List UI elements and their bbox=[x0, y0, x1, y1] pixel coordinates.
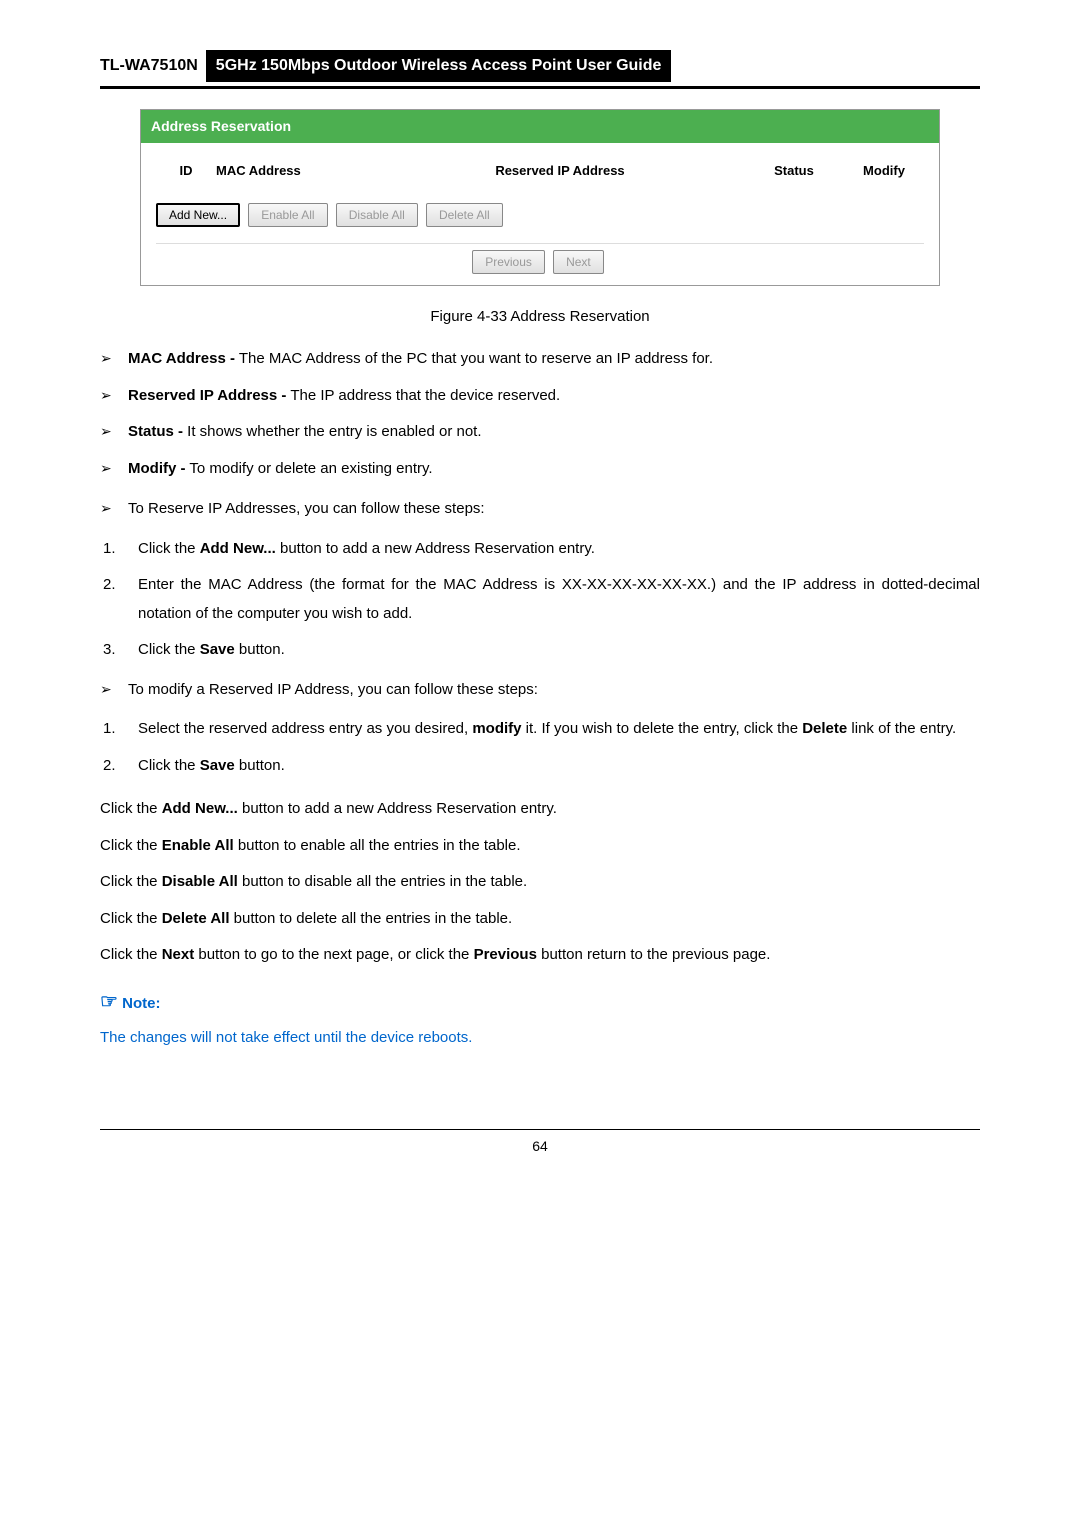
header-divider bbox=[100, 86, 980, 89]
col-id: ID bbox=[156, 161, 216, 181]
step-item: 2. Click the Save button. bbox=[100, 752, 980, 781]
col-mac: MAC Address bbox=[216, 161, 376, 181]
col-modify: Modify bbox=[844, 161, 924, 181]
reserve-intro-row: ➢ To Reserve IP Addresses, you can follo… bbox=[100, 498, 980, 521]
screenshot-body: ID MAC Address Reserved IP Address Statu… bbox=[141, 143, 939, 285]
definition: The IP address that the device reserved. bbox=[286, 387, 560, 404]
bullet-item: ➢ Status - It shows whether the entry is… bbox=[100, 421, 980, 444]
note-block: ☞ Note: The changes will not take effect… bbox=[100, 987, 980, 1050]
add-new-button[interactable]: Add New... bbox=[156, 203, 240, 227]
bullet-text: Reserved IP Address - The IP address tha… bbox=[128, 385, 980, 408]
term: Modify - bbox=[128, 460, 186, 477]
enable-all-button[interactable]: Enable All bbox=[248, 203, 327, 227]
step-text: Click the Add New... button to add a new… bbox=[138, 535, 980, 564]
delete-all-button[interactable]: Delete All bbox=[426, 203, 503, 227]
step-item: 1. Click the Add New... button to add a … bbox=[100, 535, 980, 564]
col-status: Status bbox=[744, 161, 844, 181]
document-header: TL-WA7510N 5GHz 150Mbps Outdoor Wireless… bbox=[100, 50, 980, 82]
hand-icon: ☞ bbox=[100, 991, 118, 1013]
step-number: 2. bbox=[100, 571, 138, 628]
step-text: Click the Save button. bbox=[138, 636, 980, 665]
bullet-text: Status - It shows whether the entry is e… bbox=[128, 421, 980, 444]
step-item: 1. Select the reserved address entry as … bbox=[100, 715, 980, 744]
address-reservation-screenshot: Address Reservation ID MAC Address Reser… bbox=[140, 109, 940, 286]
previous-button[interactable]: Previous bbox=[472, 250, 545, 274]
bullet-marker: ➢ bbox=[100, 679, 128, 702]
table-action-buttons: Add New... Enable All Disable All Delete… bbox=[156, 197, 924, 243]
term: MAC Address - bbox=[128, 350, 235, 367]
definitions-list: ➢ MAC Address - The MAC Address of the P… bbox=[100, 348, 980, 480]
bullet-item: ➢ Modify - To modify or delete an existi… bbox=[100, 458, 980, 481]
next-button[interactable]: Next bbox=[553, 250, 604, 274]
modify-intro: To modify a Reserved IP Address, you can… bbox=[128, 679, 980, 702]
note-text: The changes will not take effect until t… bbox=[100, 1027, 980, 1050]
model-badge: TL-WA7510N bbox=[100, 50, 198, 82]
pager-row: Previous Next bbox=[156, 243, 924, 280]
bullet-marker: ➢ bbox=[100, 348, 128, 371]
figure-caption: Figure 4-33 Address Reservation bbox=[100, 306, 980, 329]
definition: The MAC Address of the PC that you want … bbox=[235, 350, 713, 367]
action-para: Click the Add New... button to add a new… bbox=[100, 798, 980, 821]
bullet-item: ➢ MAC Address - The MAC Address of the P… bbox=[100, 348, 980, 371]
bullet-marker: ➢ bbox=[100, 498, 128, 521]
bullet-marker: ➢ bbox=[100, 385, 128, 408]
definition: To modify or delete an existing entry. bbox=[186, 460, 433, 477]
step-number: 2. bbox=[100, 752, 138, 781]
table-header-row: ID MAC Address Reserved IP Address Statu… bbox=[156, 153, 924, 197]
action-paragraphs: Click the Add New... button to add a new… bbox=[100, 798, 980, 967]
step-item: 3. Click the Save button. bbox=[100, 636, 980, 665]
title-badge: 5GHz 150Mbps Outdoor Wireless Access Poi… bbox=[206, 50, 672, 82]
bullet-text: MAC Address - The MAC Address of the PC … bbox=[128, 348, 980, 371]
bullet-item: ➢ Reserved IP Address - The IP address t… bbox=[100, 385, 980, 408]
action-para: Click the Delete All button to delete al… bbox=[100, 908, 980, 931]
reserve-intro: To Reserve IP Addresses, you can follow … bbox=[128, 498, 980, 521]
modify-steps: 1. Select the reserved address entry as … bbox=[100, 715, 980, 780]
action-para: Click the Enable All button to enable al… bbox=[100, 835, 980, 858]
step-number: 3. bbox=[100, 636, 138, 665]
screenshot-title: Address Reservation bbox=[141, 110, 939, 143]
bullet-marker: ➢ bbox=[100, 421, 128, 444]
disable-all-button[interactable]: Disable All bbox=[336, 203, 418, 227]
step-item: 2. Enter the MAC Address (the format for… bbox=[100, 571, 980, 628]
step-text: Click the Save button. bbox=[138, 752, 980, 781]
action-para: Click the Disable All button to disable … bbox=[100, 871, 980, 894]
step-text: Select the reserved address entry as you… bbox=[138, 715, 980, 744]
step-number: 1. bbox=[100, 715, 138, 744]
bullet-marker: ➢ bbox=[100, 458, 128, 481]
col-ip: Reserved IP Address bbox=[376, 161, 744, 181]
page-number: 64 bbox=[532, 1138, 548, 1154]
bullet-text: Modify - To modify or delete an existing… bbox=[128, 458, 980, 481]
step-text: Enter the MAC Address (the format for th… bbox=[138, 571, 980, 628]
modify-intro-row: ➢ To modify a Reserved IP Address, you c… bbox=[100, 679, 980, 702]
note-label: Note: bbox=[122, 995, 160, 1012]
term: Reserved IP Address - bbox=[128, 387, 286, 404]
action-para: Click the Next button to go to the next … bbox=[100, 944, 980, 967]
term: Status - bbox=[128, 423, 183, 440]
page-footer: 64 bbox=[100, 1129, 980, 1157]
step-number: 1. bbox=[100, 535, 138, 564]
reserve-steps: 1. Click the Add New... button to add a … bbox=[100, 535, 980, 665]
definition: It shows whether the entry is enabled or… bbox=[183, 423, 482, 440]
